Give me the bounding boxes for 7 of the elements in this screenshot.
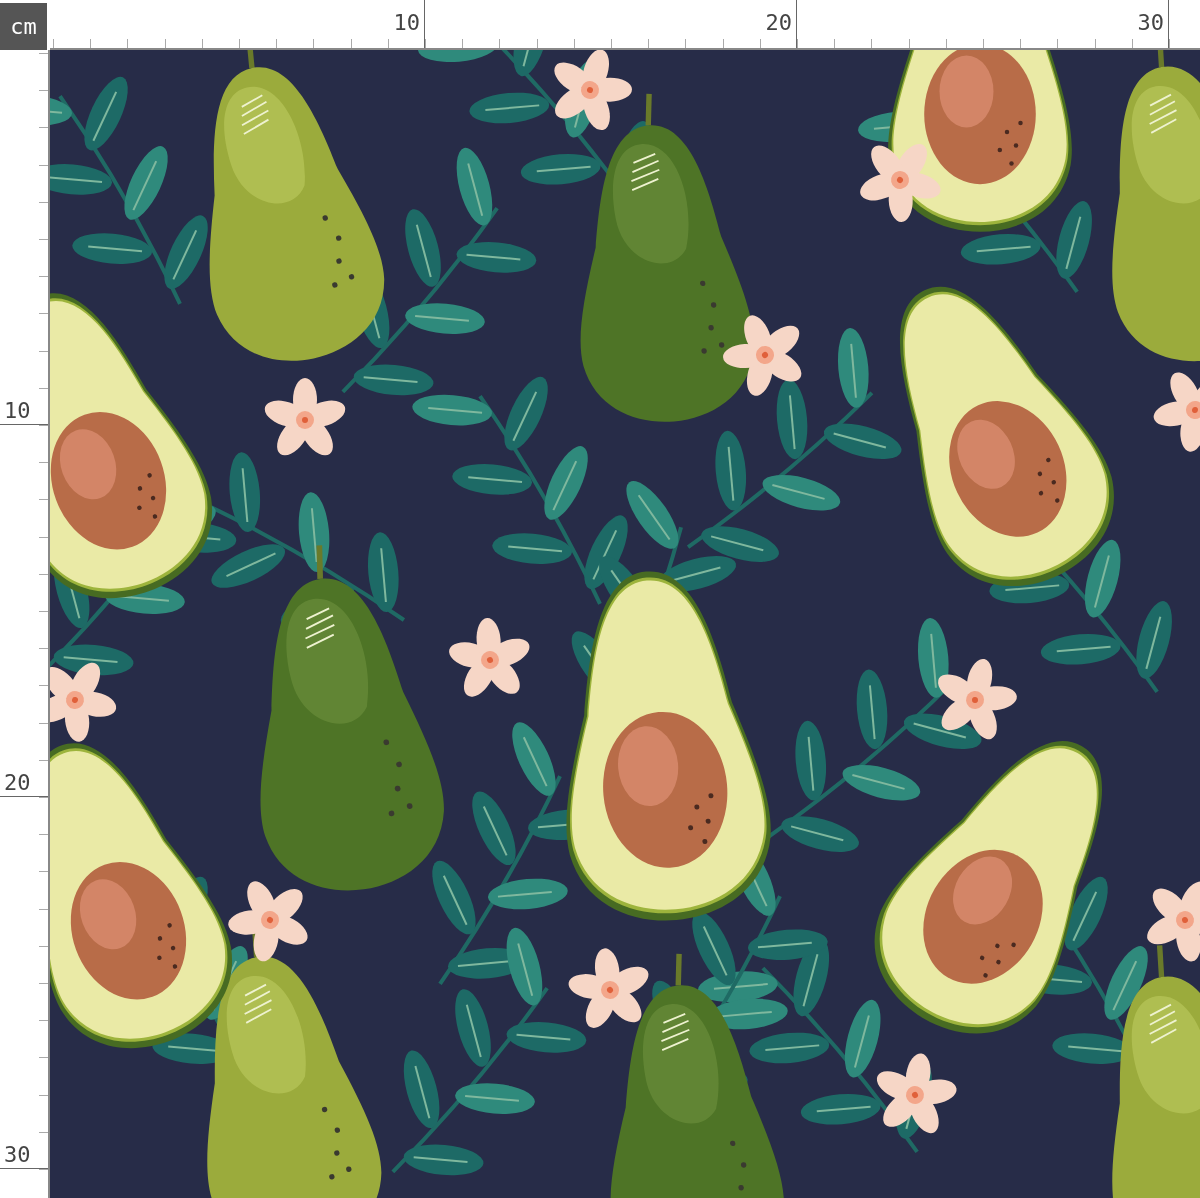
ruler-number: 20 xyxy=(4,772,32,794)
ruler-number: 30 xyxy=(4,1144,32,1166)
unit-label: cm xyxy=(0,3,47,50)
ruler-number: 20 xyxy=(765,12,793,34)
ruler-number: 10 xyxy=(393,12,421,34)
ruler-number: 30 xyxy=(1137,12,1165,34)
ruler-number: 10 xyxy=(4,400,32,422)
